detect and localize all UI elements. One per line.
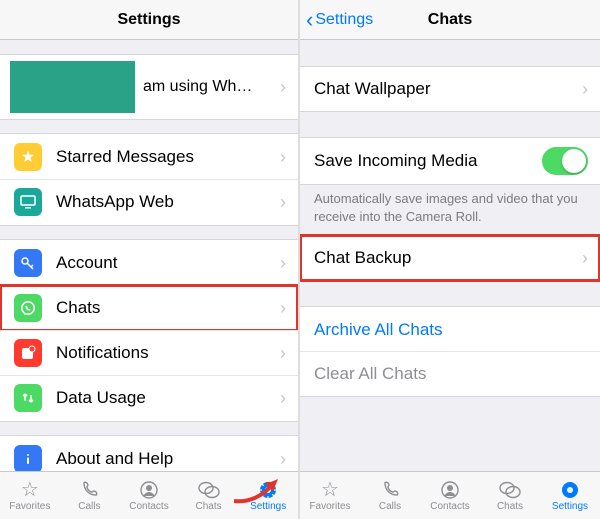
row-chats[interactable]: Chats ›	[0, 285, 298, 331]
chevron-right-icon: ›	[582, 80, 588, 98]
chats-icon	[499, 480, 521, 500]
contact-icon	[139, 480, 159, 500]
row-save-incoming-media[interactable]: Save Incoming Media	[300, 137, 600, 185]
whatsapp-icon	[14, 294, 42, 322]
row-label: Clear All Chats	[314, 364, 588, 384]
row-about-help[interactable]: About and Help ›	[0, 435, 298, 471]
tab-settings[interactable]: Settings	[540, 472, 600, 519]
row-clear-all[interactable]: Clear All Chats	[300, 351, 600, 397]
chevron-left-icon: ‹	[306, 9, 313, 31]
navbar-title: Settings	[117, 11, 180, 29]
chevron-right-icon: ›	[280, 299, 286, 317]
tab-chats[interactable]: Chats	[179, 472, 239, 519]
avatar	[10, 61, 135, 113]
row-whatsapp-web[interactable]: WhatsApp Web ›	[0, 179, 298, 226]
tab-chats[interactable]: Chats	[480, 472, 540, 519]
chevron-right-icon: ›	[582, 249, 588, 267]
row-label: Starred Messages	[56, 147, 280, 167]
data-arrows-icon	[14, 384, 42, 412]
tab-bar: ☆ Favorites Calls Contacts Chats	[300, 471, 600, 519]
tab-bar: ☆ Favorites Calls Contacts Chats	[0, 471, 298, 519]
row-label: Save Incoming Media	[314, 151, 542, 171]
row-label: Notifications	[56, 343, 280, 363]
profile-row[interactable]: am using Wh… ›	[0, 54, 298, 120]
tab-contacts[interactable]: Contacts	[119, 472, 179, 519]
key-icon	[14, 249, 42, 277]
tab-calls[interactable]: Calls	[60, 472, 120, 519]
settings-pane: Settings am using Wh… › ★ Starred Messag…	[0, 0, 300, 519]
gear-icon	[258, 480, 278, 500]
row-account[interactable]: Account ›	[0, 239, 298, 286]
settings-list[interactable]: am using Wh… › ★ Starred Messages › What…	[0, 40, 298, 471]
save-media-footnote: Automatically save images and video that…	[300, 184, 600, 235]
row-label: Archive All Chats	[314, 320, 588, 340]
chevron-right-icon: ›	[280, 254, 286, 272]
star-outline-icon: ☆	[21, 480, 39, 500]
row-starred-messages[interactable]: ★ Starred Messages ›	[0, 133, 298, 180]
row-label: WhatsApp Web	[56, 192, 280, 212]
info-icon	[14, 445, 42, 471]
desktop-icon	[14, 188, 42, 216]
phone-icon	[380, 480, 400, 500]
chevron-right-icon: ›	[280, 389, 286, 407]
star-icon: ★	[14, 143, 42, 171]
row-chat-backup[interactable]: Chat Backup ›	[300, 235, 600, 281]
row-label: Chat Backup	[314, 248, 582, 268]
chevron-right-icon: ›	[280, 193, 286, 211]
chats-settings-pane: ‹ Settings Chats Chat Wallpaper › Save I…	[300, 0, 600, 519]
tab-calls[interactable]: Calls	[360, 472, 420, 519]
row-label: About and Help	[56, 449, 280, 469]
app-badge-icon	[14, 339, 42, 367]
row-notifications[interactable]: Notifications ›	[0, 330, 298, 376]
back-label: Settings	[315, 11, 373, 29]
tab-favorites[interactable]: ☆ Favorites	[0, 472, 60, 519]
chevron-right-icon: ›	[280, 78, 286, 96]
row-archive-all[interactable]: Archive All Chats	[300, 306, 600, 352]
tab-favorites[interactable]: ☆ Favorites	[300, 472, 360, 519]
chevron-right-icon: ›	[280, 148, 286, 166]
row-chat-wallpaper[interactable]: Chat Wallpaper ›	[300, 66, 600, 112]
star-outline-icon: ☆	[321, 480, 339, 500]
navbar-title: Chats	[428, 11, 472, 29]
tab-settings[interactable]: Settings	[238, 472, 298, 519]
row-label: Chats	[56, 298, 280, 318]
row-label: Account	[56, 253, 280, 273]
chats-settings-list[interactable]: Chat Wallpaper › Save Incoming Media Aut…	[300, 40, 600, 471]
contact-icon	[440, 480, 460, 500]
phone-icon	[79, 480, 99, 500]
tab-contacts[interactable]: Contacts	[420, 472, 480, 519]
navbar: Settings	[0, 0, 298, 40]
row-data-usage[interactable]: Data Usage ›	[0, 375, 298, 422]
gear-icon	[560, 480, 580, 500]
row-label: Chat Wallpaper	[314, 79, 582, 99]
toggle-save-media[interactable]	[542, 147, 588, 175]
navbar: ‹ Settings Chats	[300, 0, 600, 40]
back-button[interactable]: ‹ Settings	[306, 0, 373, 39]
chats-icon	[198, 480, 220, 500]
chevron-right-icon: ›	[280, 344, 286, 362]
profile-status: am using Wh…	[143, 78, 280, 96]
chevron-right-icon: ›	[280, 450, 286, 468]
row-label: Data Usage	[56, 388, 280, 408]
